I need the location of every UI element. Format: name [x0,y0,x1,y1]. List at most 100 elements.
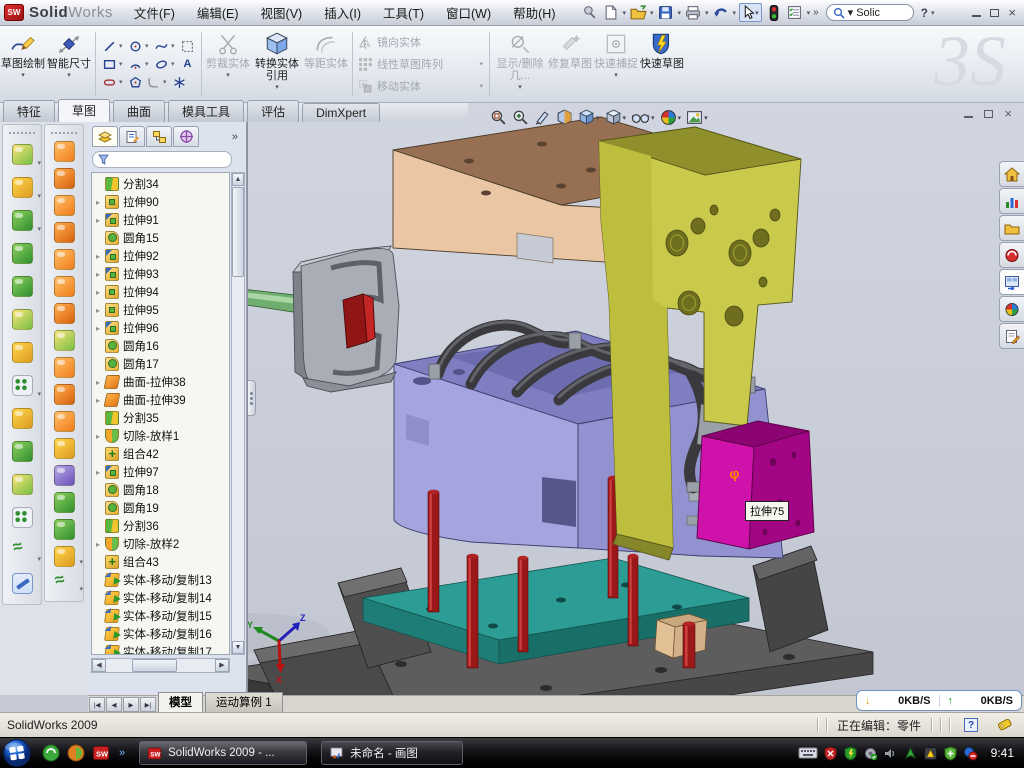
toolbar-button[interactable]: ▾ [45,219,83,246]
toolbar-button[interactable]: ▾ [3,369,41,402]
line-tool[interactable] [101,38,118,55]
ribbon-tab[interactable]: 曲面 [113,100,165,122]
expand-arrow[interactable]: ▸ [96,432,105,441]
solidworks-quicklaunch-icon[interactable]: SW [92,744,110,762]
tree-item[interactable]: ▸ 切除-放样1 [92,427,229,445]
doc-restore-button[interactable] [984,110,993,118]
toolbar-button[interactable]: ▾ [45,165,83,192]
menu-item[interactable]: 编辑(E) [186,0,250,25]
tree-item[interactable]: ▸ 切除-放样2 [92,535,229,553]
text-tool[interactable]: A [179,56,196,73]
toolbar-button[interactable]: ▾ [45,192,83,219]
property-manager-tab[interactable] [119,126,145,147]
messenger-icon[interactable] [42,744,60,762]
help-icon[interactable]: ? [921,6,928,20]
toolbar-button[interactable]: ▾ [45,327,83,354]
tab-next-button[interactable]: ▶ [123,697,139,712]
tree-item[interactable]: ▸ 圆角16 [92,337,229,355]
tree-item[interactable]: ▸ 圆角15 [92,229,229,247]
ribbon-tab[interactable]: 模具工具 [168,100,244,122]
resources-tab[interactable] [999,188,1024,214]
expand-arrow[interactable]: ▸ [96,288,105,297]
menu-item[interactable]: 工具(T) [372,0,435,25]
ribbon-tab[interactable]: 草图 [58,99,110,122]
tree-item[interactable]: ▸ 实体-移动/复制15 [92,607,229,625]
quicklaunch-overflow-icon[interactable]: » [119,747,125,759]
toolbar-button[interactable]: ▾ [45,489,83,516]
security-tray-icon[interactable] [843,746,858,761]
tree-item[interactable]: ▸ 实体-移动/复制14 [92,589,229,607]
slot-tool[interactable] [101,74,118,91]
toolbar-overflow-icon[interactable]: » [813,7,819,18]
selection-box-tool[interactable] [179,38,196,55]
options-icon[interactable] [786,4,804,22]
toolbar-button[interactable]: ▾ [45,273,83,300]
pin-icon[interactable] [580,4,598,22]
zoom-area-icon[interactable] [512,109,529,126]
expand-arrow[interactable]: ▸ [96,198,105,207]
model-tab[interactable]: 模型 [158,692,203,712]
feature-tree[interactable]: ▸ 分割34 ▸ 拉伸90 ▸ 拉伸91 ▸ [91,172,230,655]
toolbar-button[interactable]: ▾ [45,408,83,435]
configuration-manager-tab[interactable] [146,126,172,147]
tab-prev-button[interactable]: ◀ [106,697,122,712]
status-help-icon[interactable]: ? [964,718,978,732]
sketch-button[interactable]: 草图绘制▾ [0,26,46,102]
tree-item[interactable]: ▸ 实体-移动/复制17 [92,643,229,655]
toolbar-button[interactable]: ▾ [45,381,83,408]
menu-item[interactable]: 文件(F) [123,0,186,25]
toolbar-button[interactable]: ▾ [3,534,41,567]
tree-item[interactable]: ▸ 实体-移动/复制16 [92,625,229,643]
rebuild-icon[interactable] [765,4,783,22]
warning-tray-icon[interactable] [923,746,938,761]
tree-item[interactable]: ▸ 拉伸97 [92,463,229,481]
menu-item[interactable]: 窗口(W) [435,0,502,25]
tree-item[interactable]: ▸ 分割36 [92,517,229,535]
toolbar-button[interactable]: ▾ [45,138,83,165]
view-palette-tab[interactable] [999,269,1024,295]
smart-dimension-button[interactable]: 智能尺寸▾ [46,26,92,102]
toolbar-button[interactable]: ▾ [3,204,41,237]
toolbar-button[interactable]: ▾ [3,138,41,171]
tree-item[interactable]: ▸ 组合43 [92,553,229,571]
tree-item[interactable]: ▸ 拉伸90 [92,193,229,211]
volume-tray-icon[interactable] [883,746,898,761]
tree-item[interactable]: ▸ 拉伸91 [92,211,229,229]
tab-first-button[interactable]: |◀ [89,697,105,712]
tree-filter-box[interactable] [92,151,232,168]
expand-arrow[interactable]: ▸ [96,252,105,261]
taskbar-window-paint[interactable]: 未命名 - 画图 [321,741,463,765]
undo-icon[interactable] [712,4,730,22]
toolbar-button[interactable]: ▾ [45,462,83,489]
rapid-sketch-button[interactable]: 快速草图 [639,26,685,102]
toolbar-button[interactable]: ▾ [3,270,41,303]
tree-item[interactable]: ▸ 拉伸95 [92,301,229,319]
expand-arrow[interactable]: ▸ [96,306,105,315]
tree-item[interactable]: ▸ 拉伸93 [92,265,229,283]
toolbar-button[interactable]: ▾ [3,303,41,336]
tree-item[interactable]: ▸ 曲面-拉伸38 [92,373,229,391]
taskbar-clock[interactable]: 9:41 [991,746,1014,760]
toolbar-button[interactable]: ▾ [3,501,41,534]
sketch-fillet-tool[interactable] [145,74,162,91]
zoom-fit-icon[interactable] [490,109,507,126]
doc-minimize-button[interactable] [964,110,973,118]
toolbar-button[interactable]: ▾ [45,516,83,543]
minimize-button[interactable] [972,9,981,17]
tree-item[interactable]: ▸ 曲面-拉伸39 [92,391,229,409]
tree-item[interactable]: ▸ 组合42 [92,445,229,463]
scene-icon[interactable]: ▾ [686,109,708,126]
toolbar-button[interactable]: ▾ [3,468,41,501]
design-library-tab[interactable] [999,215,1024,241]
uninstall-tray-icon[interactable] [963,746,978,761]
toolbar-button[interactable]: ▾ [3,237,41,270]
rectangle-tool[interactable] [101,56,118,73]
update-tray-icon[interactable] [863,746,878,761]
expand-arrow[interactable]: ▸ [96,270,105,279]
print-icon[interactable] [684,4,702,22]
language-keyboard-icon[interactable] [798,746,818,760]
ellipse-tool[interactable] [153,56,170,73]
appearances-tab[interactable] [999,296,1024,322]
tree-horizontal-scrollbar[interactable]: ◀▶ [91,658,230,673]
toolbar-button[interactable]: ▾ [45,354,83,381]
